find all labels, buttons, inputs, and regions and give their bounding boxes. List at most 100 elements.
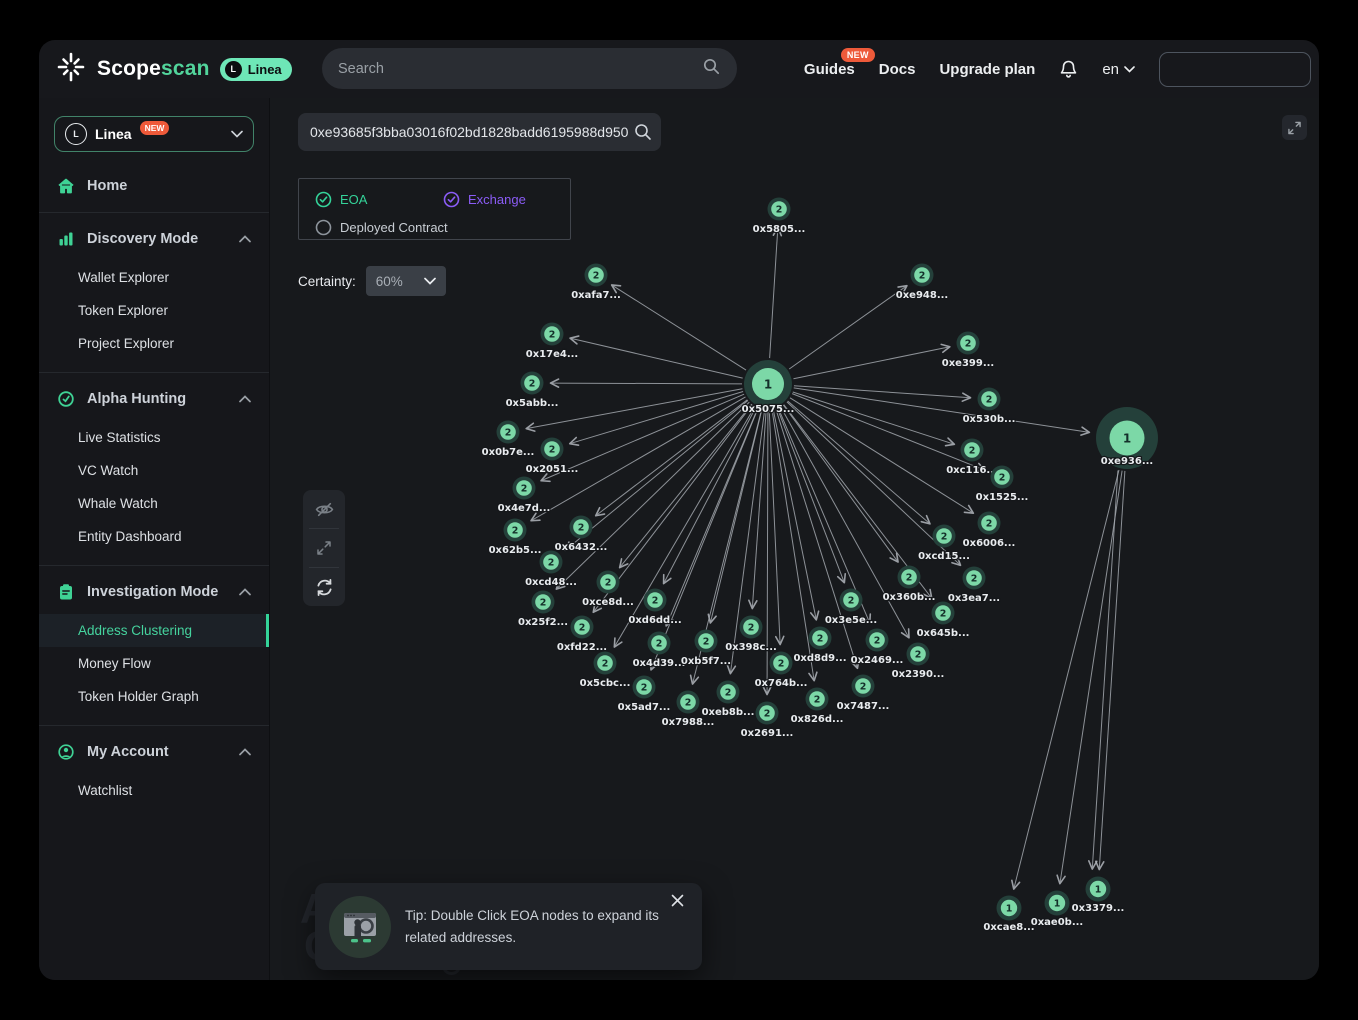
graph-node-0x398c[interactable]: 20x398c... bbox=[725, 616, 777, 654]
close-icon bbox=[671, 894, 684, 907]
graph-node-0xafa7[interactable]: 20xafa7... bbox=[571, 264, 621, 302]
node-count: 2 bbox=[505, 427, 512, 438]
node-count: 2 bbox=[940, 608, 947, 619]
graph-node-0xeb8b[interactable]: 20xeb8b... bbox=[702, 681, 755, 719]
sidebar-item-token-holder-graph[interactable]: Token Holder Graph bbox=[39, 680, 269, 713]
graph-node-0x62b5[interactable]: 20x62b5... bbox=[489, 519, 542, 557]
graph-edge bbox=[769, 410, 780, 645]
circle-icon bbox=[315, 219, 332, 236]
sidebar-item-token-explorer[interactable]: Token Explorer bbox=[39, 294, 269, 327]
graph-node-0x6432[interactable]: 20x6432... bbox=[555, 516, 608, 554]
sidebar-item-my-account[interactable]: My Account bbox=[39, 730, 269, 774]
sidebar-item-project-explorer[interactable]: Project Explorer bbox=[39, 327, 269, 360]
sidebar-item-vc-watch[interactable]: VC Watch bbox=[39, 454, 269, 487]
topbar-right: GuidesNEW Docs Upgrade plan en bbox=[804, 40, 1311, 98]
graph-node-0x5cbc[interactable]: 20x5cbc... bbox=[580, 652, 631, 690]
graph-node-0x0b7e[interactable]: 20x0b7e... bbox=[482, 421, 535, 459]
hide-labels-button[interactable] bbox=[303, 490, 345, 528]
expand-button[interactable] bbox=[303, 529, 345, 567]
node-count: 2 bbox=[540, 597, 547, 608]
node-count: 2 bbox=[848, 595, 855, 606]
sidebar-item-watchlist[interactable]: Watchlist bbox=[39, 774, 269, 807]
graph-edge bbox=[790, 398, 973, 513]
node-count: 2 bbox=[919, 270, 926, 281]
node-address-label: 0x5075... bbox=[742, 404, 795, 415]
graph-node-0xe948[interactable]: 2 0xe948... bbox=[896, 264, 948, 302]
sidebar-network-selector[interactable]: L Linea NEW bbox=[54, 116, 254, 152]
graph-node-0xb5f7[interactable]: 20xb5f7... bbox=[681, 630, 731, 668]
graph-node-0xd8d9[interactable]: 20xd8d9... bbox=[793, 627, 846, 665]
home-icon bbox=[57, 177, 75, 195]
graph-node-0x4e7d[interactable]: 20x4e7d... bbox=[498, 477, 551, 515]
graph-node-0xcae8[interactable]: 10xcae8... bbox=[983, 896, 1034, 934]
burst-logo-icon bbox=[55, 51, 87, 88]
language-selector[interactable]: en bbox=[1102, 61, 1135, 78]
sidebar-item-discovery-mode[interactable]: Discovery Mode bbox=[39, 217, 269, 261]
sidebar-item-whale-watch[interactable]: Whale Watch bbox=[39, 487, 269, 520]
nav-guides[interactable]: GuidesNEW bbox=[804, 61, 855, 78]
graph-node-0x360b[interactable]: 20x360b... bbox=[883, 566, 936, 604]
clipboard-icon bbox=[57, 583, 75, 601]
sidebar-item-wallet-explorer[interactable]: Wallet Explorer bbox=[39, 261, 269, 294]
refresh-button[interactable] bbox=[303, 568, 345, 606]
graph-node-0x645b[interactable]: 20x645b... bbox=[917, 602, 970, 640]
notification-bell-button[interactable] bbox=[1059, 59, 1078, 79]
graph-node-0x3379[interactable]: 10x3379... bbox=[1072, 877, 1125, 915]
sidebar-item-investigation-mode[interactable]: Investigation Mode bbox=[39, 570, 269, 614]
node-count: 2 bbox=[521, 483, 528, 494]
sidebar-item-alpha-hunting[interactable]: Alpha Hunting bbox=[39, 377, 269, 421]
tip-close-button[interactable] bbox=[665, 893, 690, 911]
node-count: 2 bbox=[529, 378, 536, 389]
graph-edge bbox=[620, 404, 752, 567]
graph-node-0xcd48[interactable]: 20xcd48... bbox=[525, 551, 577, 589]
sidebar-divider bbox=[39, 565, 269, 566]
graph-canvas[interactable]: 10x5075...10xe936...10xcae8...10xae0b...… bbox=[270, 98, 1319, 980]
brand-logo[interactable]: Scopescan L Linea bbox=[39, 51, 292, 88]
filter-option-deployed-contract[interactable]: Deployed Contract bbox=[315, 219, 448, 236]
graph-node-0x25f2[interactable]: 2 0x25f2... bbox=[518, 591, 568, 629]
graph-node-0x4d39[interactable]: 20x4d39... bbox=[633, 632, 686, 670]
graph-node-0xe936[interactable]: 10xe936... bbox=[1096, 407, 1158, 469]
graph-node-0xe399[interactable]: 20xe399... bbox=[942, 332, 994, 370]
sidebar-item-live-statistics[interactable]: Live Statistics bbox=[39, 421, 269, 454]
search-input[interactable]: Search bbox=[322, 48, 737, 89]
node-address-label: 0x5805... bbox=[753, 224, 806, 235]
graph-node-0x6006[interactable]: 20x6006... bbox=[963, 512, 1016, 550]
graph-node-0xce8d[interactable]: 20xce8d... bbox=[582, 571, 634, 609]
certainty-dropdown[interactable]: 60% bbox=[366, 266, 446, 296]
graph-node-0x5abb[interactable]: 2 0x5abb... bbox=[506, 372, 559, 410]
node-address-label: 0x25f2... bbox=[518, 617, 568, 628]
address-search-input[interactable]: 0xe93685f3bba03016f02bd1828badd6195988d9… bbox=[298, 113, 661, 151]
node-count: 2 bbox=[965, 338, 972, 349]
graph-node-0x3e5e[interactable]: 20x3e5e... bbox=[825, 589, 877, 627]
node-count: 2 bbox=[602, 658, 609, 669]
chart-icon bbox=[57, 230, 75, 248]
sidebar-item-money-flow[interactable]: Money Flow bbox=[39, 647, 269, 680]
node-address-label: 0xe948... bbox=[896, 290, 948, 301]
graph-edge bbox=[612, 285, 746, 370]
topbar: Scopescan L Linea Search GuidesNEW Docs Up… bbox=[39, 40, 1319, 98]
graph-node-0x5805[interactable]: 20x5805... bbox=[753, 198, 806, 236]
account-button[interactable] bbox=[1159, 52, 1311, 87]
node-address-label: 0xae0b... bbox=[1031, 917, 1083, 928]
graph-node-0x826d[interactable]: 20x826d... bbox=[791, 688, 844, 726]
sidebar-item-entity-dashboard[interactable]: Entity Dashboard bbox=[39, 520, 269, 553]
sidebar-item-address-clustering[interactable]: Address Clustering bbox=[39, 614, 269, 647]
filter-option-exchange[interactable]: Exchange bbox=[443, 191, 526, 208]
graph-node-0x3ea7[interactable]: 20x3ea7... bbox=[948, 567, 1000, 605]
filter-option-eoa[interactable]: EOA bbox=[315, 191, 443, 208]
node-address-label: 0x5abb... bbox=[506, 398, 559, 409]
graph-node-0x17e4[interactable]: 20x17e4... bbox=[526, 323, 578, 361]
node-count: 2 bbox=[703, 636, 710, 647]
sidebar-item-home[interactable]: Home bbox=[39, 164, 269, 208]
nav-docs[interactable]: Docs bbox=[879, 61, 916, 78]
graph-edge bbox=[710, 409, 762, 623]
graph-node-0x7487[interactable]: 20x7487... bbox=[837, 675, 890, 713]
node-address-label: 0x4d39... bbox=[633, 658, 686, 669]
fullscreen-button[interactable] bbox=[1282, 115, 1307, 140]
graph-node-0x5075[interactable]: 10x5075... bbox=[742, 360, 795, 415]
graph-node-0x2469[interactable]: 20x2469... bbox=[851, 629, 904, 667]
graph-node-0x530b[interactable]: 20x530b... bbox=[963, 388, 1016, 426]
nav-upgrade-plan[interactable]: Upgrade plan bbox=[939, 61, 1035, 78]
node-count: 2 bbox=[652, 595, 659, 606]
